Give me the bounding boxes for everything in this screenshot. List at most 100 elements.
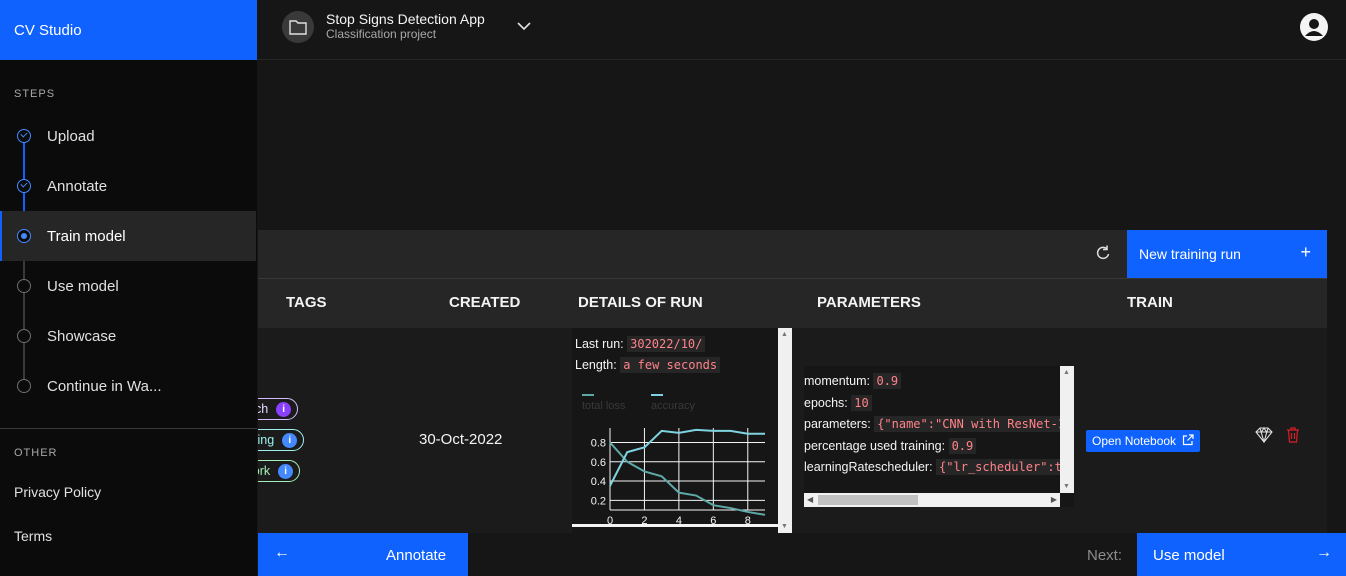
plus-icon: + [1300, 242, 1311, 262]
external-link-icon [1182, 433, 1194, 449]
step-showcase[interactable]: Showcase [0, 311, 256, 361]
back-annotate-button[interactable]: ← Annotate [258, 533, 468, 576]
chart-grid [609, 428, 765, 511]
scroll-down-icon[interactable]: ▼ [1063, 483, 1070, 490]
steps-label: STEPS [14, 88, 56, 100]
legend-label-loss: total loss [582, 400, 626, 412]
other-label: OTHER [14, 447, 58, 459]
chart-ticks: 0.80.60.40.20 2 4 6 8 [591, 437, 751, 527]
diamond-icon[interactable] [1255, 426, 1273, 448]
incomplete-step-icon [17, 379, 31, 393]
arrow-right-icon: → [1316, 544, 1332, 561]
tag-neural-network[interactable]: Neural Network i [258, 460, 301, 482]
scroll-left-icon[interactable]: ◀ [807, 495, 813, 504]
scroll-down-icon[interactable]: ▼ [781, 523, 788, 530]
header-tags[interactable]: TAGS [286, 294, 327, 311]
privacy-policy-link[interactable]: Privacy Policy [14, 484, 101, 500]
param-value: 0.9 [948, 438, 977, 454]
y-tick-label: 0.2 [591, 495, 606, 507]
info-icon[interactable]: i [276, 401, 292, 417]
legend-label-accuracy: accuracy [651, 400, 696, 412]
length-value: a few seconds [620, 357, 721, 373]
incomplete-step-icon [17, 329, 31, 343]
created-date: 30-Oct-2022 [419, 431, 503, 448]
y-tick-label: 0.6 [591, 457, 606, 469]
trash-icon[interactable] [1286, 427, 1300, 448]
param-key: epochs: [804, 396, 848, 410]
step-label: Continue in Wa... [47, 377, 162, 395]
tag-pytorch[interactable]: PyTorch i [258, 398, 299, 420]
param-value: 0.9 [873, 373, 902, 389]
table-row: PyTorch i Machine learning i Neural Netw… [258, 328, 1327, 533]
tag-label: Machine learning [258, 433, 275, 447]
y-tick-label: 0.4 [591, 476, 606, 488]
param-momentum: momentum: 0.9 [804, 373, 902, 389]
param-value: {"lr_scheduler":true [936, 459, 1074, 475]
parameters-hscroll[interactable]: ◀ ▶ [804, 493, 1060, 507]
series-line-accuracy [609, 428, 765, 487]
header-created[interactable]: CREATED [449, 294, 520, 311]
length-line: Length: a few seconds [575, 357, 721, 373]
scroll-up-icon[interactable]: ▲ [1063, 369, 1070, 376]
open-notebook-button[interactable]: Open Notebook [1086, 430, 1201, 452]
next-label: Use model [1153, 547, 1225, 564]
header-parameters[interactable]: PARAMETERS [817, 294, 921, 311]
param-key: percentage used training: [804, 439, 946, 453]
project-title: Stop Signs Detection App [326, 11, 485, 27]
checkmark-icon [17, 129, 31, 143]
tag-label: Neural Network [258, 464, 271, 478]
folder-icon[interactable] [282, 11, 314, 43]
param-lr-scheduler: learningRatescheduler: {"lr_scheduler":t… [804, 459, 1074, 475]
new-training-run-button[interactable]: New training run + [1127, 230, 1327, 278]
sidebar: CV Studio STEPS Upload Annotate Train mo… [0, 0, 257, 576]
table-header: TAGS CREATED DETAILS OF RUN PARAMETERS T… [258, 278, 1327, 328]
step-annotate[interactable]: Annotate [0, 161, 256, 211]
step-train-model[interactable]: Train model [0, 211, 256, 261]
terms-link[interactable]: Terms [14, 528, 52, 544]
last-run-label: Last run: [575, 337, 624, 351]
scroll-up-icon[interactable]: ▲ [781, 331, 788, 338]
param-percentage-training: percentage used training: 0.9 [804, 438, 977, 454]
open-notebook-label: Open Notebook [1092, 434, 1177, 448]
info-icon[interactable]: i [278, 463, 294, 479]
param-key: momentum: [804, 374, 870, 388]
details-scrollbar[interactable]: ▲ ▼ [778, 328, 792, 533]
refresh-icon[interactable] [1094, 244, 1112, 267]
scroll-right-icon[interactable]: ▶ [1051, 495, 1057, 504]
new-run-label: New training run [1139, 246, 1241, 262]
step-label: Showcase [47, 327, 117, 345]
tag-machine-learning[interactable]: Machine learning i [258, 429, 305, 451]
header-details[interactable]: DETAILS OF RUN [578, 294, 703, 311]
step-continue[interactable]: Continue in Wa... [0, 361, 256, 411]
param-key: parameters: [804, 417, 871, 431]
param-parameters: parameters: {"name":"CNN with ResNet-18 [804, 416, 1074, 432]
step-upload[interactable]: Upload [0, 111, 256, 161]
sidebar-divider [0, 428, 257, 429]
details-panel: Last run: 302022/10/ Length: a few secon… [572, 328, 792, 533]
current-step-icon [17, 229, 31, 243]
table-toolbar: New training run + [258, 230, 1327, 278]
step-label: Upload [47, 127, 95, 145]
arrow-left-icon: ← [274, 544, 290, 561]
param-epochs: epochs: 10 [804, 395, 872, 411]
last-run-line: Last run: 302022/10/ [575, 336, 706, 352]
step-label: Train model [47, 227, 126, 245]
scroll-thumb[interactable] [818, 495, 918, 505]
parameters-vscroll[interactable]: ▲ ▼ [1060, 366, 1074, 493]
length-label: Length: [575, 358, 617, 372]
chevron-down-icon[interactable] [515, 17, 533, 40]
back-label: Annotate [386, 547, 447, 564]
parameters-panel: momentum: 0.9 epochs: 10 parameters: {"n… [804, 366, 1074, 507]
param-value: {"name":"CNN with ResNet-18 [874, 416, 1074, 432]
training-chart: total loss accuracy 0.80.60.40.20 2 4 6 8 [582, 394, 766, 527]
next-use-model-button[interactable]: Use model → [1137, 533, 1346, 576]
user-avatar-icon[interactable] [1300, 13, 1328, 41]
project-subtitle: Classification project [326, 27, 437, 41]
param-key: learningRatescheduler: [804, 460, 933, 474]
step-use-model[interactable]: Use model [0, 261, 256, 311]
last-run-value: 302022/10/ [627, 336, 706, 352]
info-icon[interactable]: i [282, 432, 298, 448]
header-train[interactable]: TRAIN [1127, 294, 1173, 311]
app-brand[interactable]: CV Studio [0, 0, 257, 60]
step-label: Annotate [47, 177, 108, 195]
